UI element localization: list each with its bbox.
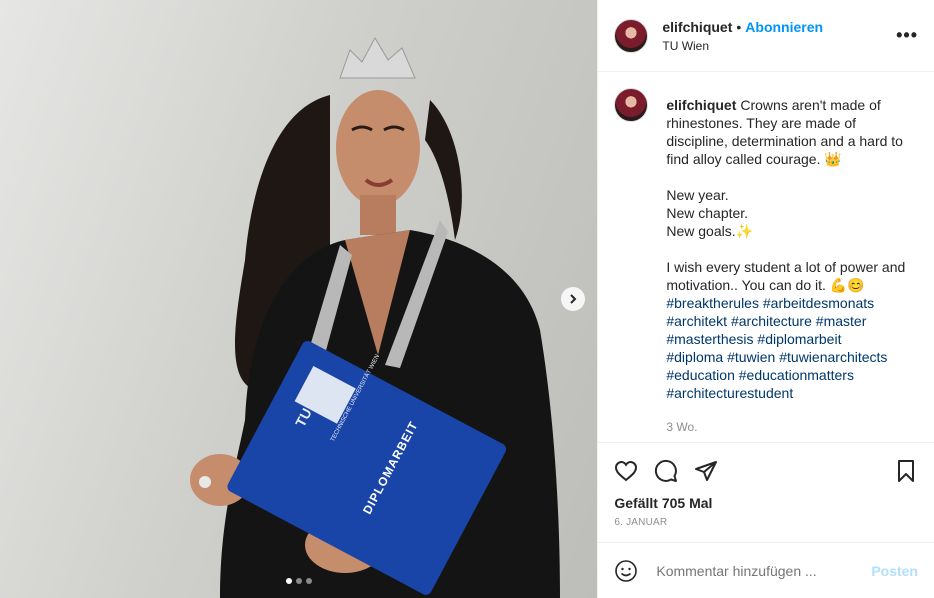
hashtag-link[interactable]: #breaktherules xyxy=(666,295,759,311)
post-age: 3 Wo. xyxy=(666,420,698,434)
carousel-indicator xyxy=(286,578,312,584)
share-icon[interactable] xyxy=(694,459,718,483)
header-text: elifchiquet • Abonnieren TU Wien xyxy=(662,19,896,53)
hashtag-line: #masterthesis #diplomarbeit xyxy=(666,330,906,348)
caption-block: elifchiquet Crowns aren't made of rhinest… xyxy=(666,88,906,434)
hashtag-line: #breaktherules #arbeitdesmonats xyxy=(666,294,906,312)
caption-username[interactable]: elifchiquet xyxy=(666,97,736,113)
hashtag-link[interactable]: #educationmatters xyxy=(739,367,854,383)
hashtag-link[interactable]: #arbeitdesmonats xyxy=(763,295,874,311)
comments-section: elifchiquet Crowns aren't made of rhinest… xyxy=(598,72,934,442)
bookmark-icon[interactable] xyxy=(894,459,918,483)
post-comment-button[interactable]: Posten xyxy=(871,563,918,579)
comment-input[interactable] xyxy=(654,561,872,580)
caption-avatar[interactable] xyxy=(614,88,649,122)
hashtag-line: #architecturestudent xyxy=(666,384,906,402)
hashtag-list: #breaktherules #arbeitdesmonats #architek… xyxy=(666,294,906,402)
chevron-right-icon xyxy=(570,294,577,304)
username-link[interactable]: elifchiquet xyxy=(662,19,732,35)
hashtag-link[interactable]: #education xyxy=(666,367,735,383)
header-line: elifchiquet • Abonnieren xyxy=(662,19,896,35)
post-side-panel: elifchiquet • Abonnieren TU Wien ••• eli… xyxy=(597,0,934,598)
hashtag-link[interactable]: #diploma xyxy=(666,349,723,365)
location-link[interactable]: TU Wien xyxy=(662,39,896,53)
hashtag-link[interactable]: #master xyxy=(816,313,867,329)
hashtag-link[interactable]: #architecture xyxy=(731,313,812,329)
hashtag-link[interactable]: #architecturestudent xyxy=(666,385,793,401)
post-header: elifchiquet • Abonnieren TU Wien ••• xyxy=(598,0,934,72)
hashtag-line: #education #educationmatters xyxy=(666,366,906,384)
heart-icon[interactable] xyxy=(614,459,638,483)
separator: • xyxy=(736,18,742,35)
post-image[interactable]: TU TECHNISCHE UNIVERSITÄT WIEN DIPLOMARB… xyxy=(0,0,598,598)
hashtag-link[interactable]: #masterthesis xyxy=(666,331,753,347)
hashtag-line: #architekt #architecture #master xyxy=(666,312,906,330)
icon-row xyxy=(614,451,918,491)
likes-count[interactable]: Gefällt 705 Mal xyxy=(614,495,918,511)
hashtag-link[interactable]: #architekt xyxy=(666,313,727,329)
hashtag-line: #diploma #tuwien #tuwienarchitects xyxy=(666,348,906,366)
avatar[interactable] xyxy=(614,18,649,53)
carousel-dot-active xyxy=(286,578,292,584)
hashtag-link[interactable]: #tuwien xyxy=(727,349,775,365)
more-options-icon[interactable]: ••• xyxy=(896,25,918,46)
carousel-dot xyxy=(306,578,312,584)
photo-illustration xyxy=(190,36,560,598)
emoji-icon[interactable] xyxy=(614,559,638,583)
add-comment-bar: Posten xyxy=(598,542,934,598)
action-bar: Gefällt 705 Mal 6. JANUAR xyxy=(598,442,934,542)
carousel-dot xyxy=(296,578,302,584)
hashtag-link[interactable]: #diplomarbeit xyxy=(757,331,841,347)
caption: elifchiquet Crowns aren't made of rhinest… xyxy=(666,96,906,294)
comment-icon[interactable] xyxy=(654,459,678,483)
hashtag-link[interactable]: #tuwienarchitects xyxy=(779,349,887,365)
post: TU TECHNISCHE UNIVERSITÄT WIEN DIPLOMARB… xyxy=(0,0,934,598)
post-date: 6. JANUAR xyxy=(614,517,668,528)
follow-button[interactable]: Abonnieren xyxy=(745,19,823,35)
caption-text: Crowns aren't made of rhinestones. They … xyxy=(666,97,906,293)
